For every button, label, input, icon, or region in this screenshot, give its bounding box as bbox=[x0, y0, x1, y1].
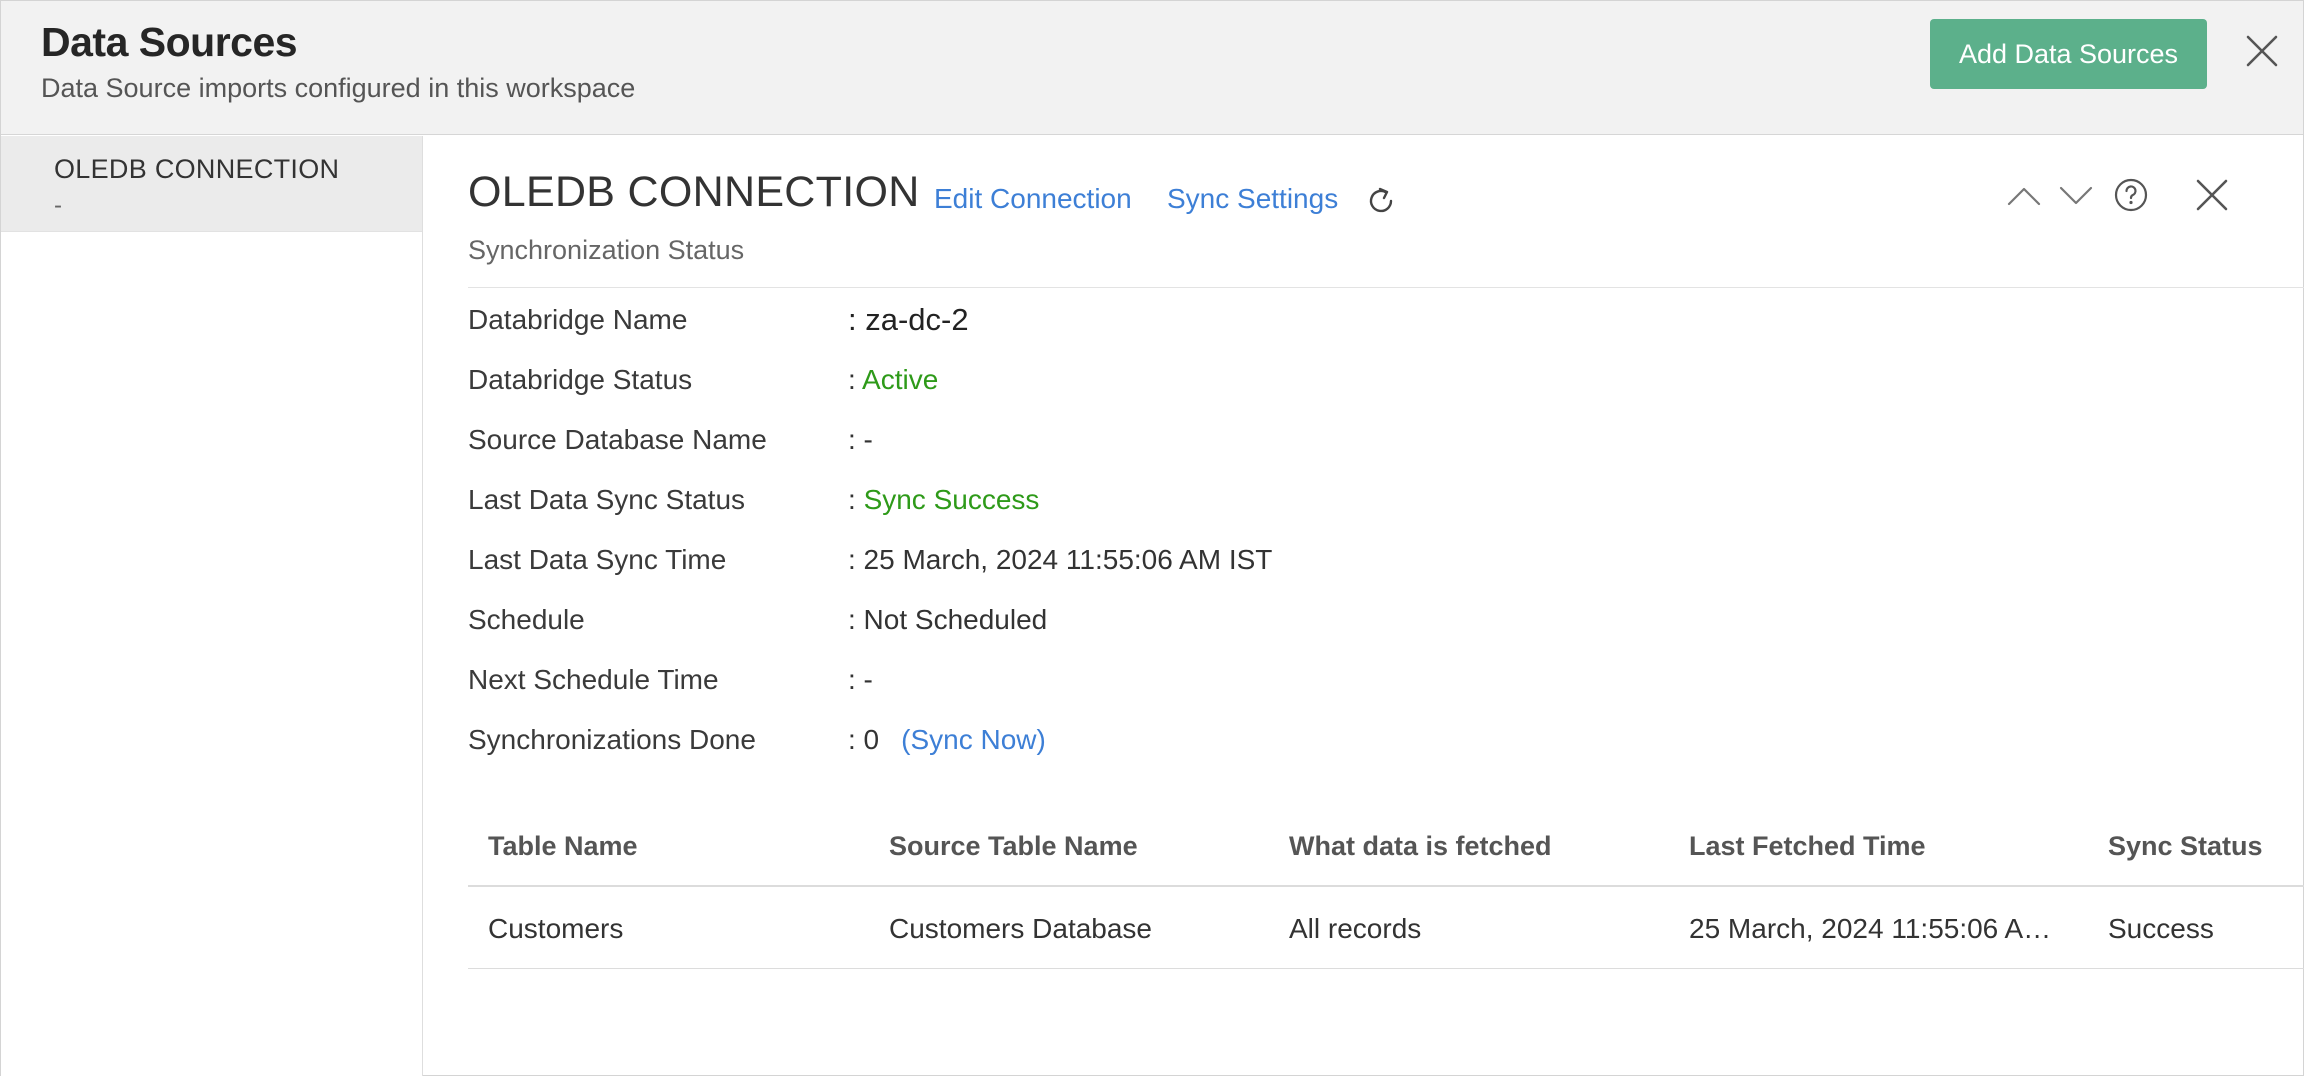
next-schedule-time-value: : - bbox=[848, 664, 873, 695]
detail-label: Databridge Status bbox=[468, 364, 693, 395]
column-header[interactable]: Table Name bbox=[488, 831, 638, 862]
detail-databridge-name: Databridge Name : za-dc-2 bbox=[468, 302, 1868, 344]
page-subtitle: Data Source imports configured in this w… bbox=[41, 73, 636, 103]
table-cell: 25 March, 2024 11:55:06 AM IST bbox=[1689, 913, 2069, 944]
table-cell: Success bbox=[2108, 913, 2214, 944]
column-header[interactable]: What data is fetched bbox=[1289, 831, 1552, 862]
column-header[interactable]: Last Fetched Time bbox=[1689, 831, 1926, 862]
detail-value: : Sync Success bbox=[848, 484, 1039, 516]
detail-label: Last Data Sync Status bbox=[468, 484, 746, 515]
detail-source-database-name: Source Database Name : - bbox=[468, 424, 1868, 464]
detail-value: : Active bbox=[848, 364, 938, 396]
chevron-up-icon[interactable] bbox=[2006, 183, 2042, 209]
table-cell: Customers bbox=[488, 913, 624, 944]
detail-label: Databridge Name bbox=[468, 304, 688, 335]
source-database-name-value: : - bbox=[848, 424, 873, 455]
detail-last-sync-time: Last Data Sync Time : 25 March, 2024 11:… bbox=[468, 544, 1868, 584]
table-cell: Customers Database bbox=[889, 913, 1153, 944]
detail-label: Next Schedule Time bbox=[468, 664, 719, 695]
close-icon[interactable] bbox=[2244, 33, 2280, 69]
databridge-status-badge: Active bbox=[862, 364, 939, 395]
detail-schedule: Schedule : Not Scheduled bbox=[468, 604, 1868, 644]
detail-last-sync-status: Last Data Sync Status : Sync Success bbox=[468, 484, 1868, 524]
sidebar-item-oledb-connection[interactable]: OLEDB CONNECTION - bbox=[1, 136, 422, 232]
page-title: Data Sources bbox=[41, 19, 298, 65]
synchronizations-count: : 0 bbox=[848, 724, 880, 755]
detail-next-schedule-time: Next Schedule Time : - bbox=[468, 664, 1868, 704]
sidebar-item-label: OLEDB CONNECTION bbox=[54, 154, 340, 184]
detail-synchronizations-done: Synchronizations Done : 0 (Sync Now) bbox=[468, 724, 1868, 764]
dialog-header: Data Sources Data Source imports configu… bbox=[1, 1, 2303, 135]
table-row[interactable]: Customers Customers Database All records… bbox=[468, 889, 2304, 969]
help-icon[interactable] bbox=[2113, 177, 2149, 213]
detail-label: Source Database Name bbox=[468, 424, 767, 455]
detail-databridge-status: Databridge Status : Active bbox=[468, 364, 1868, 404]
connection-title: OLEDB CONNECTION bbox=[468, 168, 920, 216]
sync-settings-link[interactable]: Sync Settings bbox=[1167, 183, 1338, 215]
refresh-icon[interactable] bbox=[1364, 184, 1398, 218]
table-header: Table Name Source Table Name What data i… bbox=[468, 811, 2304, 887]
sidebar: OLEDB CONNECTION - bbox=[1, 136, 423, 1076]
column-header[interactable]: Source Table Name bbox=[889, 831, 1138, 862]
sync-status-badge: Sync Success bbox=[863, 484, 1040, 515]
detail-value: : 0 (Sync Now) bbox=[848, 724, 1046, 756]
detail-label: Last Data Sync Time bbox=[468, 544, 727, 575]
add-data-sources-button[interactable]: Add Data Sources bbox=[1930, 19, 2207, 89]
detail-label: Schedule bbox=[468, 604, 585, 635]
close-panel-icon[interactable] bbox=[2194, 177, 2230, 213]
databridge-name-value: : za-dc-2 bbox=[848, 302, 969, 337]
value-prefix: : bbox=[848, 364, 863, 395]
column-header[interactable]: Sync Status bbox=[2108, 831, 2263, 862]
last-sync-time-value: : 25 March, 2024 11:55:06 AM IST bbox=[848, 544, 1273, 575]
sync-now-link[interactable]: (Sync Now) bbox=[901, 724, 1046, 755]
detail-label: Synchronizations Done bbox=[468, 724, 756, 755]
divider bbox=[468, 287, 2304, 288]
data-sources-dialog: Data Sources Data Source imports configu… bbox=[0, 0, 2304, 1076]
edit-connection-link[interactable]: Edit Connection bbox=[934, 183, 1132, 215]
table-cell: All records bbox=[1289, 913, 1422, 944]
synchronization-status-heading: Synchronization Status bbox=[468, 235, 745, 265]
chevron-down-icon[interactable] bbox=[2058, 183, 2094, 209]
schedule-value: : Not Scheduled bbox=[848, 604, 1048, 635]
sidebar-item-subtitle: - bbox=[54, 192, 62, 219]
value-prefix: : bbox=[848, 484, 864, 515]
